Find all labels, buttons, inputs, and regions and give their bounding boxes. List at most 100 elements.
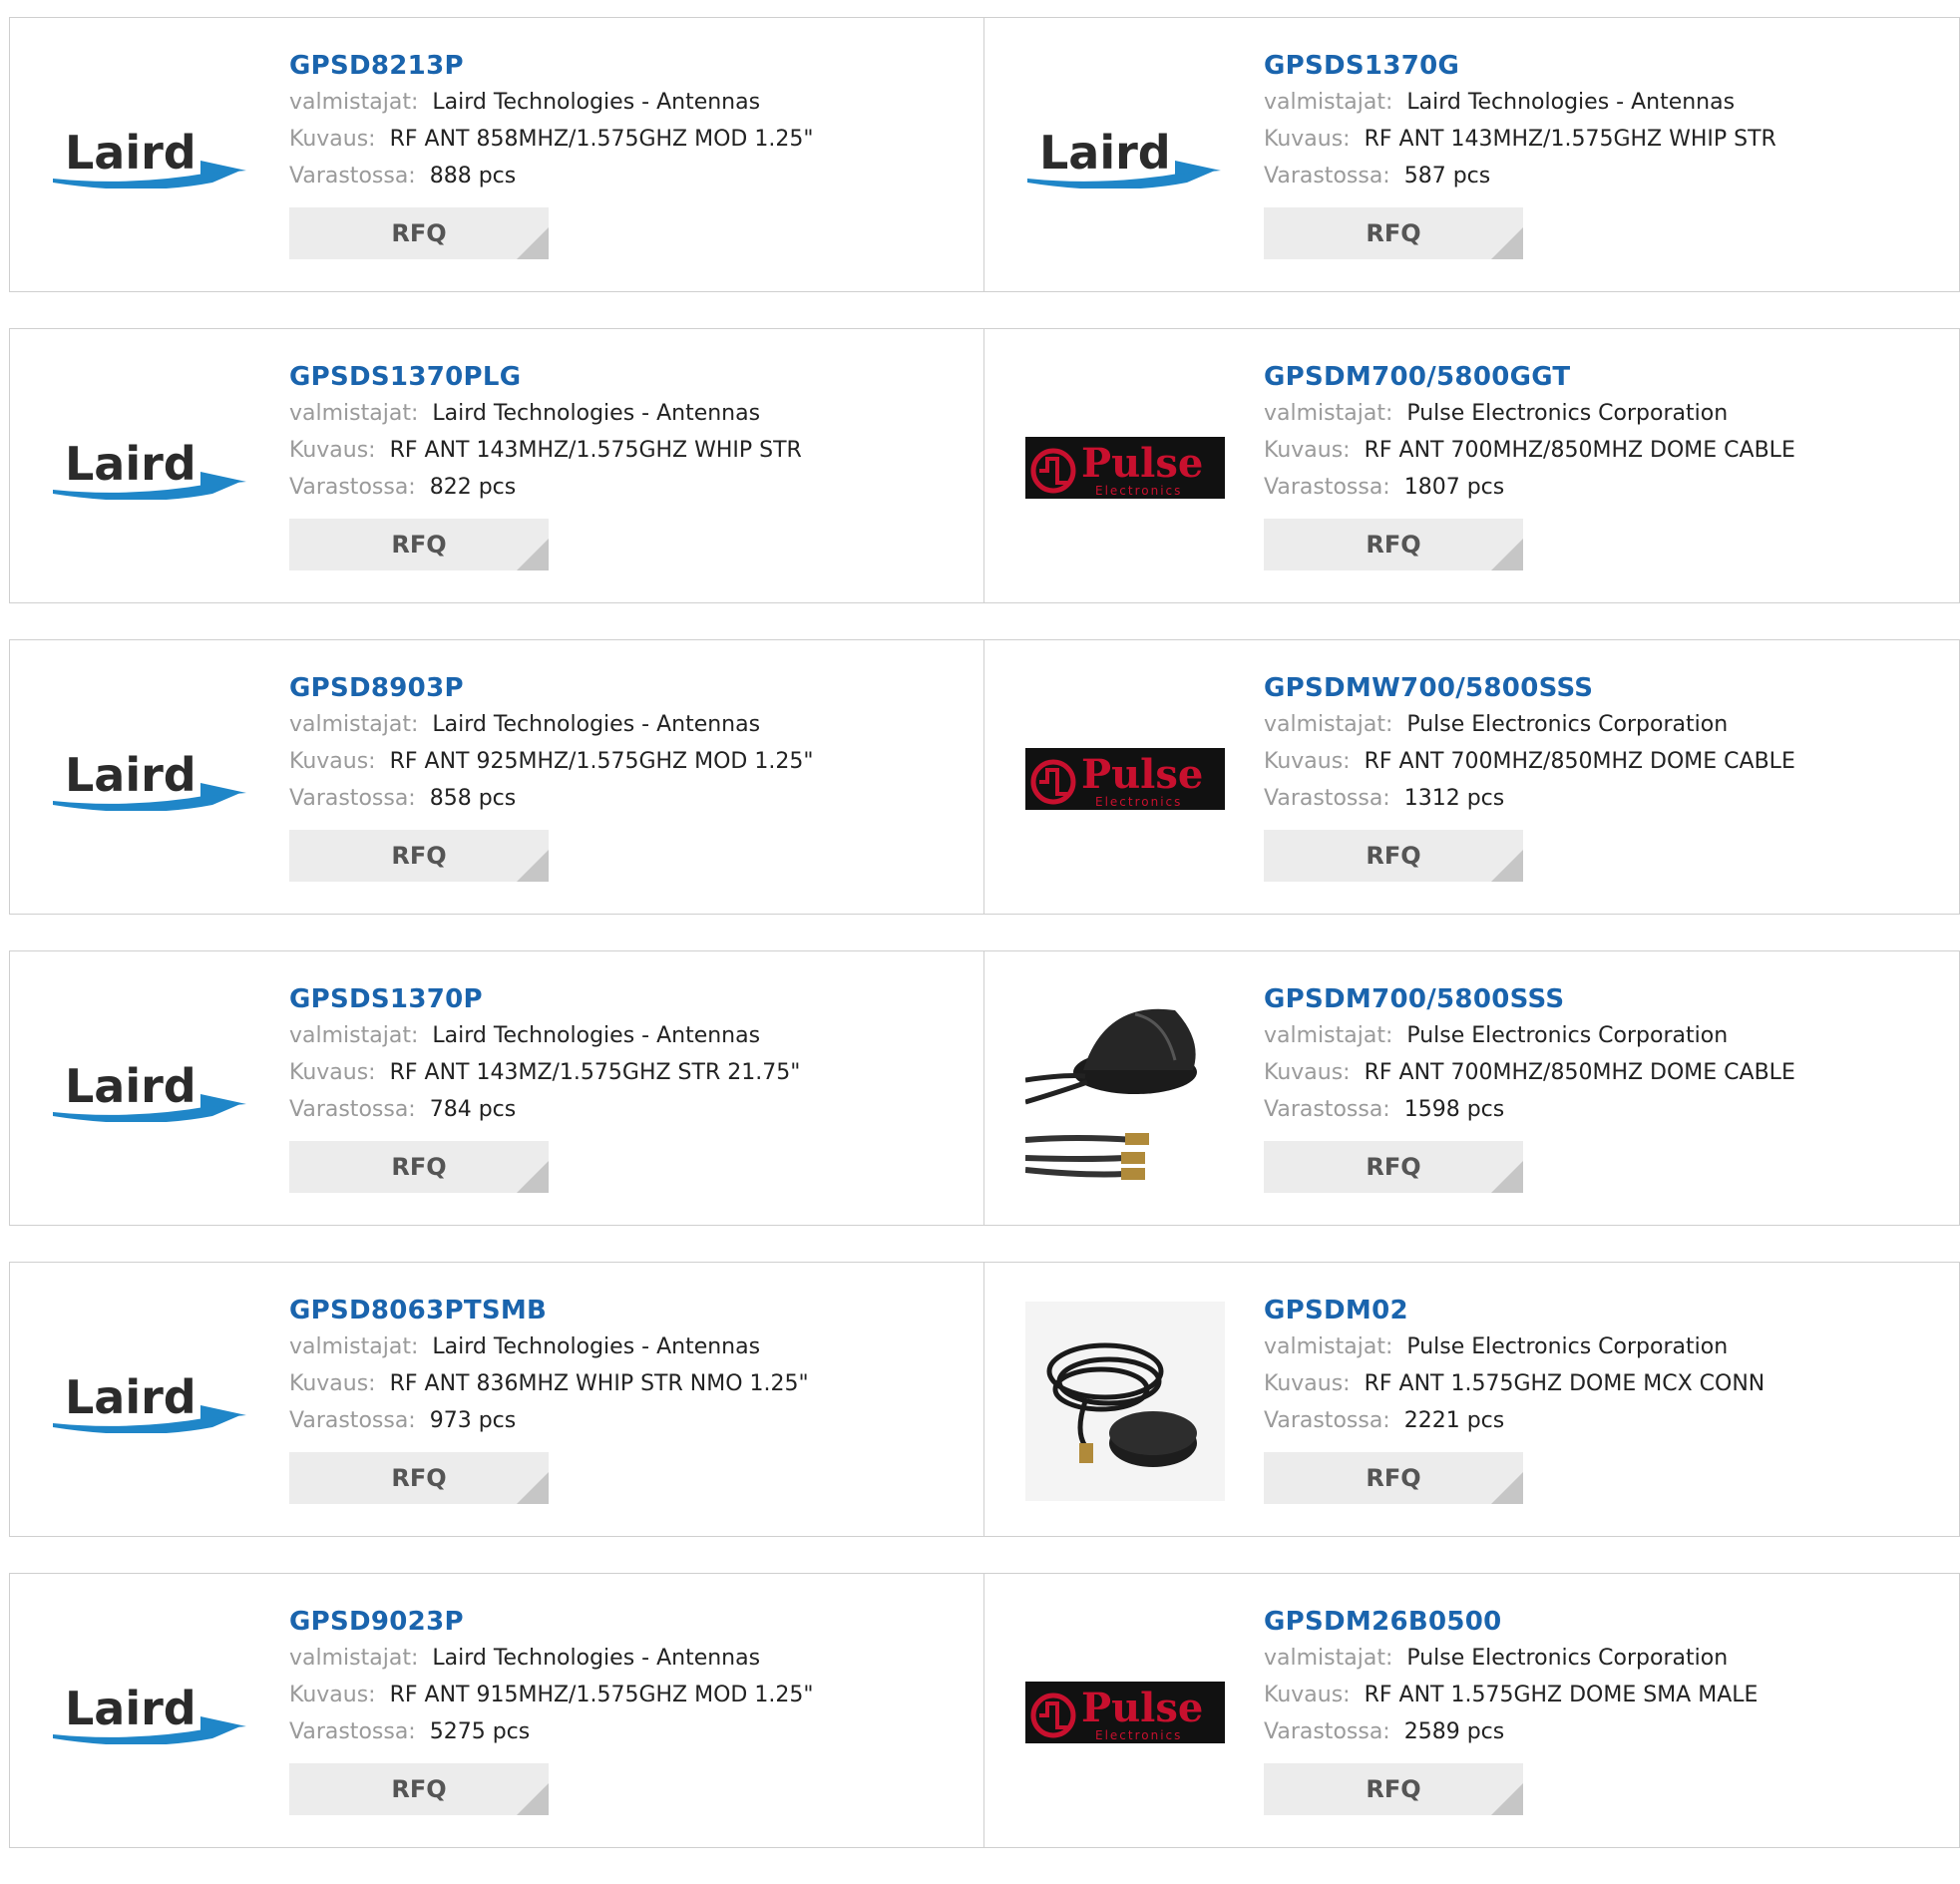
product-card: Laird GPSD8063PTSMB valmistajat: Laird Tec… — [9, 1262, 984, 1537]
description-line: Kuvaus: RF ANT 836MHZ WHIP STR NMO 1.25" — [289, 1365, 964, 1402]
rfq-label: RFQ — [1366, 219, 1421, 247]
rfq-button[interactable]: RFQ — [289, 1141, 549, 1193]
corner-fold-icon — [1491, 1161, 1523, 1193]
part-number-link[interactable]: GPSDM700/5800SSS — [1264, 981, 1939, 1017]
rfq-button[interactable]: RFQ — [1264, 1763, 1523, 1815]
manufacturer-line: valmistajat: Pulse Electronics Corporatio… — [1264, 1017, 1939, 1054]
product-logo-link[interactable]: Pulse Electronics — [1024, 367, 1226, 568]
description-line: Kuvaus: RF ANT 143MHZ/1.575GHZ WHIP STR — [1264, 121, 1939, 158]
product-logo-link[interactable]: Laird — [50, 56, 251, 257]
corner-fold-icon — [1491, 539, 1523, 570]
product-info: GPSD8063PTSMB valmistajat: Laird Technolog… — [289, 1293, 964, 1504]
product-logo-link[interactable]: Laird — [1024, 56, 1226, 257]
description-label: Kuvaus: — [1264, 749, 1351, 774]
stock-value: 784 pcs — [429, 1097, 517, 1122]
description-label: Kuvaus: — [1264, 1371, 1351, 1396]
description-line: Kuvaus: RF ANT 143MZ/1.575GHZ STR 21.75" — [289, 1054, 964, 1091]
part-number-link[interactable]: GPSDM02 — [1264, 1293, 1939, 1328]
part-number-link[interactable]: GPSDS1370G — [1264, 48, 1939, 84]
product-row: Laird GPSDS1370P valmistajat: Laird Techno… — [9, 950, 1960, 1226]
svg-text:Electronics: Electronics — [1095, 795, 1182, 809]
part-number-link[interactable]: GPSD9023P — [289, 1604, 964, 1640]
stock-value: 587 pcs — [1403, 164, 1491, 188]
manufacturer-value: Pulse Electronics Corporation — [1406, 1334, 1729, 1359]
product-card: GPSDM700/5800SSS valmistajat: Pulse Electr… — [984, 950, 1960, 1226]
manufacturer-label: valmistajat: — [289, 1334, 419, 1359]
corner-fold-icon — [517, 1472, 549, 1504]
product-logo-link[interactable]: Pulse Electronics — [1024, 1612, 1226, 1813]
stock-line: Varastossa: 1598 pcs — [1264, 1091, 1939, 1128]
product-logo-link[interactable]: Laird — [50, 678, 251, 880]
product-logo-link[interactable] — [1024, 989, 1226, 1191]
stock-label: Varastossa: — [1264, 1719, 1390, 1744]
description-label: Kuvaus: — [289, 438, 376, 463]
description-line: Kuvaus: RF ANT 915MHZ/1.575GHZ MOD 1.25" — [289, 1677, 964, 1713]
description-label: Kuvaus: — [1264, 1683, 1351, 1707]
rfq-button[interactable]: RFQ — [289, 207, 549, 259]
stock-line: Varastossa: 2589 pcs — [1264, 1713, 1939, 1750]
product-logo-link[interactable] — [1024, 1301, 1226, 1502]
stock-value: 888 pcs — [429, 164, 517, 188]
stock-line: Varastossa: 587 pcs — [1264, 158, 1939, 194]
product-logo-link[interactable]: Laird — [50, 989, 251, 1191]
svg-text:Pulse: Pulse — [1081, 1685, 1203, 1731]
product-info: GPSDM700/5800GGT valmistajat: Pulse Electr… — [1264, 359, 1939, 570]
manufacturer-line: valmistajat: Laird Technologies - Antenna… — [289, 1017, 964, 1054]
rfq-label: RFQ — [1366, 842, 1421, 870]
puck-antenna-image — [1025, 1302, 1225, 1501]
product-card: Laird GPSDS1370G valmistajat: Laird Techno… — [984, 17, 1960, 292]
manufacturer-label: valmistajat: — [289, 90, 419, 115]
product-logo-link[interactable]: Pulse Electronics — [1024, 678, 1226, 880]
part-number-link[interactable]: GPSDS1370P — [289, 981, 964, 1017]
manufacturer-label: valmistajat: — [289, 1023, 419, 1048]
laird-logo: Laird — [53, 1370, 246, 1433]
laird-logo: Laird — [53, 1682, 246, 1744]
description-value: RF ANT 700MHZ/850MHZ DOME CABLE — [1364, 749, 1795, 774]
rfq-button[interactable]: RFQ — [289, 830, 549, 882]
rfq-button[interactable]: RFQ — [289, 1452, 549, 1504]
manufacturer-line: valmistajat: Pulse Electronics Corporatio… — [1264, 1328, 1939, 1365]
svg-text:Pulse: Pulse — [1081, 751, 1203, 798]
product-info: GPSDMW700/5800SSS valmistajat: Pulse Elect… — [1264, 670, 1939, 882]
rfq-button[interactable]: RFQ — [1264, 830, 1523, 882]
manufacturer-value: Pulse Electronics Corporation — [1406, 401, 1729, 426]
manufacturer-label: valmistajat: — [1264, 1023, 1393, 1048]
description-label: Kuvaus: — [289, 127, 376, 152]
part-number-link[interactable]: GPSDS1370PLG — [289, 359, 964, 395]
pulse-logo: Pulse Electronics — [1025, 1682, 1225, 1743]
description-value: RF ANT 1.575GHZ DOME MCX CONN — [1364, 1371, 1765, 1396]
part-number-link[interactable]: GPSDMW700/5800SSS — [1264, 670, 1939, 706]
part-number-link[interactable]: GPSD8213P — [289, 48, 964, 84]
manufacturer-value: Pulse Electronics Corporation — [1406, 1646, 1729, 1671]
part-number-link[interactable]: GPSD8063PTSMB — [289, 1293, 964, 1328]
svg-text:Pulse: Pulse — [1081, 440, 1203, 487]
product-logo-link[interactable]: Laird — [50, 367, 251, 568]
product-logo-link[interactable]: Laird — [50, 1612, 251, 1813]
svg-text:Electronics: Electronics — [1095, 1728, 1182, 1742]
manufacturer-label: valmistajat: — [289, 712, 419, 737]
rfq-button[interactable]: RFQ — [1264, 207, 1523, 259]
rfq-button[interactable]: RFQ — [1264, 1452, 1523, 1504]
rfq-button[interactable]: RFQ — [289, 1763, 549, 1815]
product-logo-link[interactable]: Laird — [50, 1301, 251, 1502]
manufacturer-value: Laird Technologies - Antennas — [1406, 90, 1736, 115]
part-number-link[interactable]: GPSD8903P — [289, 670, 964, 706]
description-label: Kuvaus: — [289, 1683, 376, 1707]
stock-label: Varastossa: — [289, 1097, 416, 1122]
stock-value: 1598 pcs — [1403, 1097, 1505, 1122]
stock-line: Varastossa: 822 pcs — [289, 469, 964, 506]
rfq-button[interactable]: RFQ — [289, 519, 549, 570]
part-number-link[interactable]: GPSDM700/5800GGT — [1264, 359, 1939, 395]
stock-label: Varastossa: — [289, 164, 416, 188]
part-number-link[interactable]: GPSDM26B0500 — [1264, 1604, 1939, 1640]
manufacturer-value: Laird Technologies - Antennas — [432, 1646, 761, 1671]
corner-fold-icon — [517, 539, 549, 570]
dome-cable-antenna-image — [1025, 1008, 1197, 1180]
rfq-label: RFQ — [391, 219, 447, 247]
manufacturer-line: valmistajat: Pulse Electronics Corporatio… — [1264, 706, 1939, 743]
product-info: GPSDM700/5800SSS valmistajat: Pulse Electr… — [1264, 981, 1939, 1193]
product-info: GPSDS1370P valmistajat: Laird Technologies… — [289, 981, 964, 1193]
rfq-button[interactable]: RFQ — [1264, 519, 1523, 570]
rfq-button[interactable]: RFQ — [1264, 1141, 1523, 1193]
stock-line: Varastossa: 973 pcs — [289, 1402, 964, 1439]
